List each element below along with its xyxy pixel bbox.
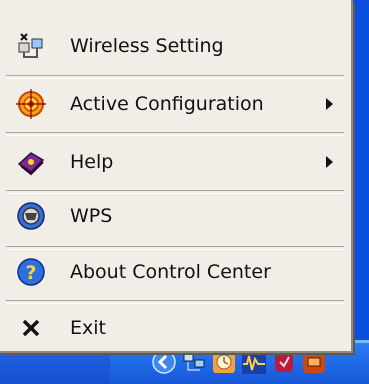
menu-item-wireless-setting[interactable]: Wireless Setting bbox=[0, 18, 351, 74]
wireless-setting-icon bbox=[14, 29, 48, 63]
submenu-arrow-icon bbox=[326, 98, 333, 110]
menu-item-label: About Control Center bbox=[70, 261, 271, 283]
menu-item-label: Help bbox=[70, 151, 114, 173]
close-icon bbox=[14, 311, 48, 345]
svg-text:?: ? bbox=[25, 262, 36, 284]
context-menu: Wireless Setting Active Configuration He… bbox=[0, 0, 353, 353]
submenu-arrow-icon bbox=[326, 156, 333, 168]
menu-item-active-configuration[interactable]: Active Configuration bbox=[0, 76, 351, 132]
target-icon bbox=[14, 87, 48, 121]
menu-item-help[interactable]: Help bbox=[0, 134, 351, 190]
help-book-icon bbox=[14, 145, 48, 179]
question-icon: ? bbox=[14, 255, 48, 289]
menu-item-exit[interactable]: Exit bbox=[0, 300, 351, 356]
menu-item-about-control-center[interactable]: ? About Control Center bbox=[0, 244, 351, 300]
menu-item-label: Wireless Setting bbox=[70, 35, 224, 57]
wps-icon bbox=[14, 199, 48, 233]
menu-item-label: WPS bbox=[70, 205, 113, 227]
menu-item-label: Active Configuration bbox=[70, 93, 264, 115]
menu-item-label: Exit bbox=[70, 317, 106, 339]
menu-item-wps[interactable]: WPS bbox=[0, 188, 351, 244]
